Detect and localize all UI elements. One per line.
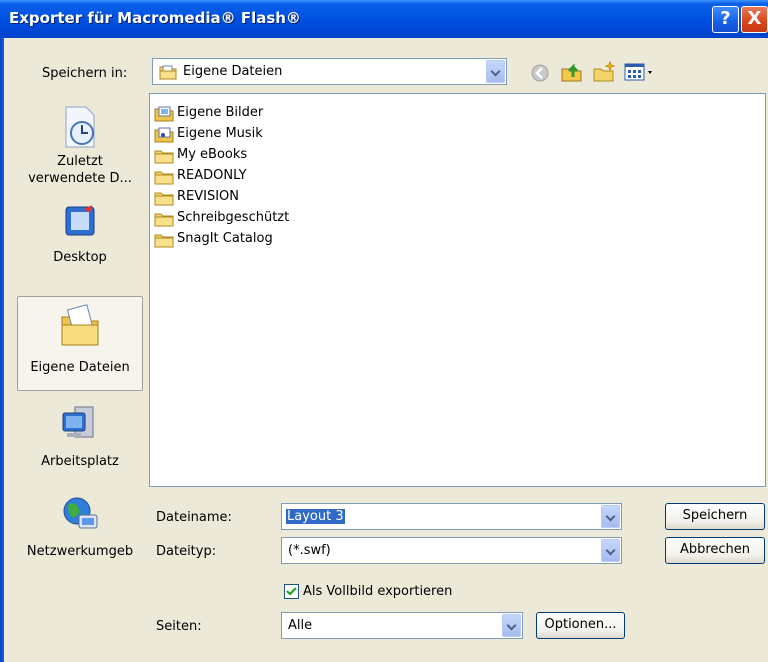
title-bar[interactable]: Exporter für Macromedia® Flash® ? X: [0, 0, 768, 38]
my-documents-folder-icon: [61, 304, 99, 346]
file-name: Schreibgeschützt: [177, 210, 290, 225]
recent-documents-icon: [65, 106, 95, 148]
file-name: READONLY: [177, 168, 247, 183]
chevron-down-icon[interactable]: [486, 60, 505, 83]
back-icon[interactable]: [530, 63, 550, 83]
export-dialog: Exporter für Macromedia® Flash® ? X Spei…: [0, 0, 768, 662]
file-name: REVISION: [177, 189, 240, 204]
my-computer-icon: [62, 406, 94, 438]
save-button[interactable]: Speichern: [665, 503, 765, 530]
fullscreen-checkbox[interactable]: [284, 584, 299, 599]
desktop-icon: [65, 205, 95, 236]
options-button[interactable]: Optionen...: [536, 612, 625, 639]
folder-icon: [154, 171, 174, 185]
places-my-documents-label: Eigene Dateien: [30, 360, 130, 375]
music-folder-icon: [154, 127, 174, 143]
chevron-down-icon[interactable]: [601, 539, 620, 562]
folder-icon: [154, 234, 174, 248]
save-in-label: Speichern in:: [42, 66, 128, 81]
folder-icon: [154, 150, 174, 164]
chevron-down-icon[interactable]: [502, 614, 521, 637]
cancel-button[interactable]: Abbrechen: [665, 537, 765, 564]
places-network[interactable]: Netzwerkumgeb: [17, 493, 143, 571]
filetype-label: Dateityp:: [156, 544, 217, 559]
save-in-dropdown[interactable]: Eigene Dateien: [152, 58, 507, 85]
folder-icon: [154, 213, 174, 227]
window-title: Exporter für Macromedia® Flash®: [9, 9, 301, 27]
help-button[interactable]: ?: [712, 6, 739, 33]
file-name: Eigene Musik: [177, 126, 263, 141]
places-network-label: Netzwerkumgeb: [26, 544, 134, 559]
my-documents-icon: [159, 65, 177, 80]
view-menu-icon[interactable]: [624, 62, 658, 82]
places-my-computer[interactable]: Arbeitsplatz: [17, 401, 143, 481]
save-in-value: Eigene Dateien: [183, 64, 283, 79]
pages-dropdown[interactable]: Alle: [281, 612, 523, 639]
places-my-documents[interactable]: Eigene Dateien: [17, 296, 143, 391]
file-name: SnagIt Catalog: [177, 231, 273, 246]
fullscreen-label[interactable]: Als Vollbild exportieren: [303, 584, 452, 599]
places-recent[interactable]: Zuletzt verwendete D...: [17, 103, 143, 198]
filetype-dropdown[interactable]: (*.swf): [281, 537, 622, 564]
places-my-computer-label: Arbeitsplatz: [41, 454, 119, 469]
pages-value: Alle: [288, 618, 313, 633]
pages-label: Seiten:: [156, 619, 202, 634]
places-bar: Zuletzt verwendete D... Desktop Eigene D…: [17, 93, 145, 573]
file-list[interactable]: Eigene Bilder Eigene Musik My eBooks REA…: [149, 93, 766, 487]
places-desktop[interactable]: Desktop: [17, 201, 143, 281]
up-folder-icon[interactable]: [560, 61, 584, 83]
close-button[interactable]: X: [741, 6, 768, 33]
network-places-icon: [63, 497, 98, 529]
window-border: [0, 38, 4, 662]
filename-dropdown-icon[interactable]: [601, 505, 620, 528]
checkmark-icon: [286, 587, 297, 596]
file-name: Eigene Bilder: [177, 105, 264, 120]
places-desktop-label: Desktop: [53, 250, 107, 265]
filename-field[interactable]: Layout 3: [281, 503, 622, 530]
filename-label: Dateiname:: [156, 510, 232, 525]
filetype-value: (*.swf): [288, 543, 331, 558]
pictures-folder-icon: [154, 106, 174, 122]
new-folder-icon[interactable]: [592, 61, 616, 83]
places-recent-label: Zuletzt verwendete D...: [28, 154, 132, 186]
file-name: My eBooks: [177, 147, 248, 162]
folder-icon: [154, 192, 174, 206]
filename-value: Layout 3: [286, 509, 345, 524]
